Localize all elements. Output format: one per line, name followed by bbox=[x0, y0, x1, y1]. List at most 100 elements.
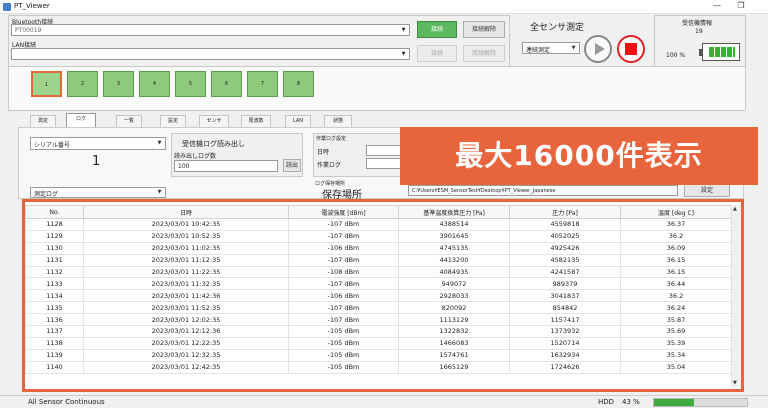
table-cell: 35.04 bbox=[620, 360, 732, 374]
read-log-button[interactable]: 読出 bbox=[283, 159, 301, 172]
receiver-id: 19 bbox=[695, 28, 703, 35]
measure-mode-select[interactable]: 連続測定 ▼ bbox=[522, 42, 580, 54]
status-bar: All Sensor Continuous HDD 43 % bbox=[0, 395, 768, 408]
lan-disconnect-button[interactable]: 接続解除 bbox=[463, 45, 505, 62]
table-cell: 36.2 bbox=[620, 229, 732, 243]
table-row[interactable]: 1140 2023/03/01 12:42:35 -105 dBm 1665129 17… bbox=[25, 360, 732, 374]
table-cell: -105 dBm bbox=[288, 325, 399, 338]
column-header[interactable]: 日時 bbox=[83, 205, 289, 219]
serial-select-value: シリアル番号 bbox=[34, 142, 70, 149]
column-header[interactable]: 電波強度 [dBm] bbox=[288, 205, 399, 219]
column-header[interactable]: 温度 [deg C] bbox=[620, 205, 732, 219]
sensor-tile[interactable]: 1 bbox=[31, 71, 62, 97]
table-row[interactable]: 1138 2023/03/01 12:22:35 -105 dBm 1466083 15… bbox=[25, 336, 732, 350]
table-cell: 35.69 bbox=[620, 325, 732, 338]
table-row[interactable]: 1134 2023/03/01 11:42:36 -106 dBm 2928033 30… bbox=[25, 289, 732, 303]
table-cell: -107 dBm bbox=[288, 277, 399, 291]
table-cell: 35.34 bbox=[620, 348, 732, 362]
restore-button[interactable]: ❐ bbox=[732, 1, 750, 13]
stop-button[interactable] bbox=[617, 35, 645, 63]
tab-log[interactable]: ログ bbox=[66, 113, 96, 127]
chevron-down-icon: ▼ bbox=[401, 51, 406, 57]
scroll-up-icon[interactable]: ▲ bbox=[733, 206, 737, 212]
table-cell: 1373932 bbox=[509, 325, 621, 338]
table-cell: 4559818 bbox=[509, 218, 621, 231]
table-cell: 989379 bbox=[509, 277, 621, 291]
log-select[interactable]: 測定ログ ▼ bbox=[30, 187, 166, 198]
save-settings-button[interactable]: 設定 bbox=[684, 184, 730, 197]
measure-title: 全センサ測定 bbox=[530, 23, 585, 33]
tab-settings[interactable]: 設定 bbox=[160, 115, 186, 127]
work-log-title: 作業ログ設定 bbox=[316, 136, 347, 142]
tab-status[interactable]: 状態 bbox=[324, 115, 352, 127]
sensor-tile[interactable]: 2 bbox=[67, 71, 98, 97]
play-icon bbox=[595, 43, 605, 55]
table-cell: 4745135 bbox=[398, 241, 510, 255]
table-cell: 2023/03/01 12:32:35 bbox=[83, 348, 289, 362]
table-cell: 1137 bbox=[25, 325, 84, 338]
table-cell: 4052025 bbox=[509, 229, 621, 243]
table-row[interactable]: 1137 2023/03/01 12:12:36 -105 dBm 1322832 13… bbox=[25, 325, 732, 338]
table-cell: 2023/03/01 11:52:35 bbox=[83, 301, 289, 315]
log-count-label: 読み出しログ数 bbox=[174, 153, 217, 160]
table-cell: 2023/03/01 12:02:35 bbox=[83, 313, 289, 327]
lan-device-select[interactable]: ▼ bbox=[11, 48, 410, 60]
sensor-tile[interactable]: 7 bbox=[247, 71, 278, 97]
table-cell: 2023/03/01 12:22:35 bbox=[83, 336, 289, 350]
table-row[interactable]: 1132 2023/03/01 11:22:35 -108 dBm 4084935 42… bbox=[25, 265, 732, 279]
serial-select[interactable]: シリアル番号 ▼ bbox=[30, 137, 166, 150]
table-row[interactable]: 1130 2023/03/01 11:02:35 -106 dBm 4745135 49… bbox=[25, 241, 732, 255]
chevron-down-icon: ▼ bbox=[571, 45, 576, 51]
table-row[interactable]: 1139 2023/03/01 12:32:35 -105 dBm 1574761 16… bbox=[25, 348, 732, 362]
sensor-tile[interactable]: 6 bbox=[211, 71, 242, 97]
scroll-down-icon[interactable]: ▼ bbox=[733, 380, 737, 386]
table-cell: 3041837 bbox=[509, 289, 621, 303]
table-cell: 1130 bbox=[25, 241, 84, 255]
play-button[interactable] bbox=[584, 35, 612, 63]
max-records-callout: 最大16000件表示 bbox=[400, 127, 758, 185]
table-cell: 36.15 bbox=[620, 265, 732, 279]
table-cell: 36.15 bbox=[620, 253, 732, 267]
bluetooth-disconnect-button[interactable]: 接続解除 bbox=[463, 21, 505, 38]
table-row[interactable]: 1129 2023/03/01 10:52:35 -107 dBm 3901645 40… bbox=[25, 229, 732, 243]
tab-lan[interactable]: LAN bbox=[285, 115, 311, 127]
worklog-input[interactable] bbox=[366, 158, 404, 169]
table-scrollbar[interactable]: ▲ ▼ bbox=[731, 205, 741, 387]
sensor-tile[interactable]: 4 bbox=[139, 71, 170, 97]
minimize-button[interactable]: — bbox=[708, 1, 726, 13]
table-row[interactable]: 1136 2023/03/01 12:02:35 -107 dBm 1113129 11… bbox=[25, 313, 732, 327]
tab-sensor[interactable]: センサ bbox=[199, 115, 229, 127]
log-count-input[interactable]: 100 bbox=[174, 160, 278, 172]
battery-text: 100 % bbox=[666, 52, 686, 59]
table-row[interactable]: 1133 2023/03/01 11:32:35 -107 dBm 949072 989… bbox=[25, 277, 732, 291]
table-header-row: No. 日時 電波強度 [dBm] 基準温度換算圧力 [Pa] 圧力 [Pa] … bbox=[25, 205, 732, 219]
bluetooth-connect-button[interactable]: 接続 bbox=[417, 21, 457, 38]
table-cell: -107 dBm bbox=[288, 218, 399, 231]
table-cell: 1724626 bbox=[509, 360, 621, 374]
bluetooth-device-select[interactable]: PT00019 ▼ bbox=[11, 24, 410, 36]
save-path-field[interactable]: C:¥Users¥ESM_SensorTest¥Desktop¥PT_Viewe… bbox=[408, 185, 678, 196]
table-cell: -105 dBm bbox=[288, 348, 399, 362]
table-cell: 2023/03/01 11:32:35 bbox=[83, 277, 289, 291]
column-header[interactable]: 圧力 [Pa] bbox=[509, 205, 621, 219]
table-cell: 949072 bbox=[398, 277, 510, 291]
column-header[interactable]: No. bbox=[25, 205, 84, 219]
table-row[interactable]: 1135 2023/03/01 11:52:35 -107 dBm 820092 854… bbox=[25, 301, 732, 315]
chevron-down-icon: ▼ bbox=[157, 140, 162, 146]
sensor-tile[interactable]: 5 bbox=[175, 71, 206, 97]
table-row[interactable]: 1128 2023/03/01 10:42:35 -107 dBm 4388514 45… bbox=[25, 218, 732, 231]
table-row[interactable]: 1131 2023/03/01 11:12:35 -107 dBm 4413200 45… bbox=[25, 253, 732, 267]
sensor-tile[interactable]: 3 bbox=[103, 71, 134, 97]
table-cell: 820092 bbox=[398, 301, 510, 315]
table-cell: 4388514 bbox=[398, 218, 510, 231]
tab-list[interactable]: 一覧 bbox=[116, 115, 142, 127]
lan-connect-button[interactable]: 接続 bbox=[417, 45, 457, 62]
table-cell: 36.37 bbox=[620, 218, 732, 231]
table-cell: 1135 bbox=[25, 301, 84, 315]
tab-measure[interactable]: 測定 bbox=[30, 115, 56, 127]
table-cell: 1520714 bbox=[509, 336, 621, 350]
sensor-tile[interactable]: 8 bbox=[283, 71, 314, 97]
datetime-input[interactable] bbox=[366, 145, 404, 156]
tab-frequency[interactable]: 周波数 bbox=[241, 115, 271, 127]
column-header[interactable]: 基準温度換算圧力 [Pa] bbox=[398, 205, 510, 219]
